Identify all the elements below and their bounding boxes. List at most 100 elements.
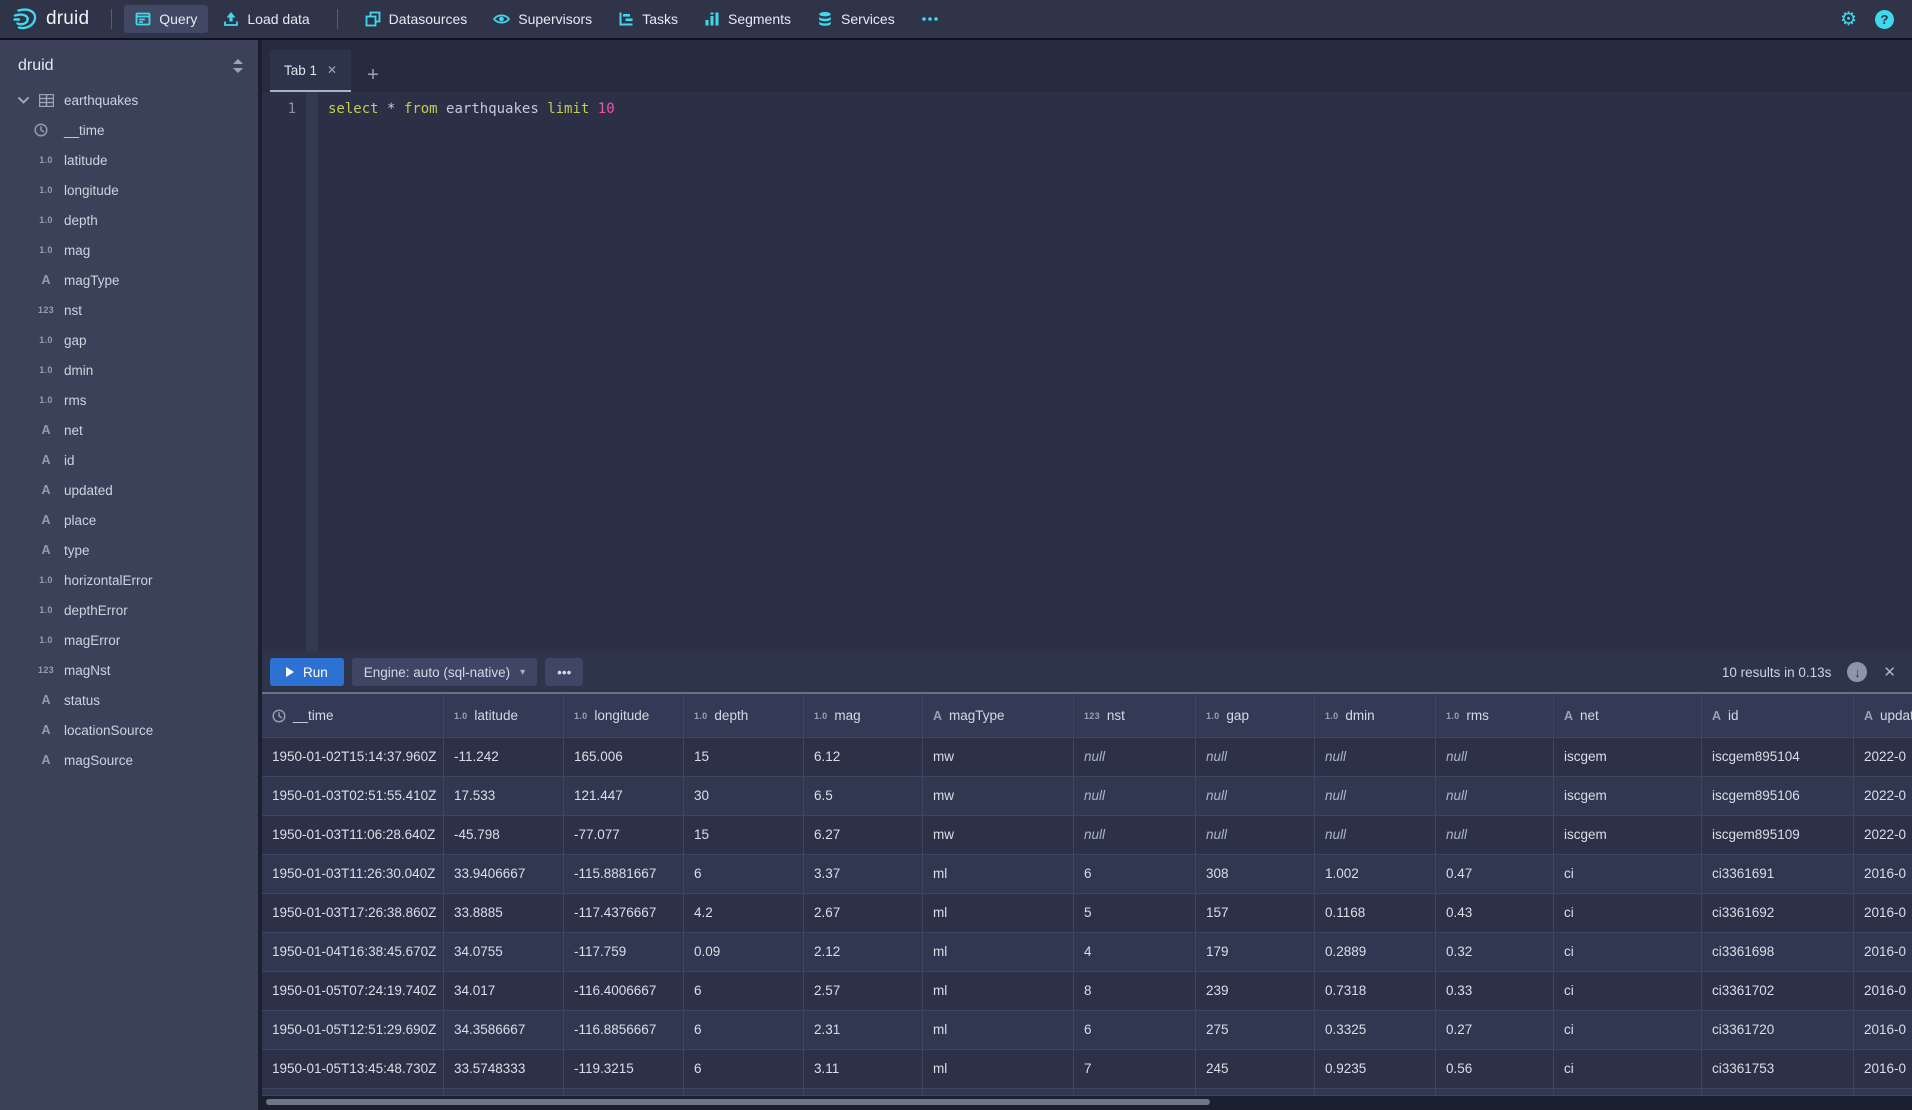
cell-depth[interactable]: 6 (684, 1011, 804, 1050)
cell-rms[interactable]: 0.56 (1436, 1050, 1554, 1089)
cell-id[interactable]: iscgem895109 (1702, 816, 1854, 855)
query-more-button[interactable]: ••• (545, 658, 583, 686)
cell-id[interactable]: ci3361692 (1702, 894, 1854, 933)
cell-latitude[interactable]: -11.242 (444, 738, 564, 777)
cell-__time[interactable]: 1950-01-03T11:26:30.040Z (262, 855, 444, 894)
cell-__time[interactable]: 1950-01-04T16:38:45.670Z (262, 933, 444, 972)
cell-mag[interactable]: 6.27 (804, 816, 923, 855)
cell-gap[interactable]: null (1196, 777, 1315, 816)
column-header-nst[interactable]: 123nst (1074, 694, 1196, 738)
schema-column-latitude[interactable]: 1.0latitude (0, 145, 258, 175)
cell-nst[interactable]: null (1074, 738, 1196, 777)
cell-mag[interactable]: 2.12 (804, 933, 923, 972)
cell-dmin[interactable]: 1.002 (1315, 855, 1436, 894)
cell-net[interactable]: ci (1554, 855, 1702, 894)
cell-latitude[interactable]: -45.798 (444, 816, 564, 855)
cell-latitude[interactable]: 17.533 (444, 777, 564, 816)
column-header-dmin[interactable]: 1.0dmin (1315, 694, 1436, 738)
cell-mag[interactable]: 3.11 (804, 1050, 923, 1089)
nav-item-load-data[interactable]: Load data (212, 5, 320, 33)
nav-item-query[interactable]: Query (124, 5, 208, 33)
cell-nst[interactable]: null (1074, 777, 1196, 816)
cell-magType[interactable]: ml (923, 1050, 1074, 1089)
cell-gap[interactable]: 308 (1196, 855, 1315, 894)
column-header-mag[interactable]: 1.0mag (804, 694, 923, 738)
cell-longitude[interactable]: 165.006 (564, 738, 684, 777)
schema-column-status[interactable]: Astatus (0, 685, 258, 715)
cell-depth[interactable]: 0.09 (684, 933, 804, 972)
cell-nst[interactable]: 8 (1074, 972, 1196, 1011)
cell-latitude[interactable]: 34.0755 (444, 933, 564, 972)
cell-net[interactable]: ci (1554, 972, 1702, 1011)
cell-updated[interactable]: 2016-0 (1854, 894, 1912, 933)
column-header-depth[interactable]: 1.0depth (684, 694, 804, 738)
cell-longitude[interactable]: 121.447 (564, 777, 684, 816)
nav-item-services[interactable]: Services (806, 5, 906, 33)
cell-depth[interactable]: 6 (684, 855, 804, 894)
cell-magType[interactable]: mw (923, 816, 1074, 855)
cell-updated[interactable]: 2016-0 (1854, 972, 1912, 1011)
cell-__time[interactable]: 1950-01-05T13:45:48.730Z (262, 1050, 444, 1089)
cell-__time[interactable]: 1950-01-05T12:51:29.690Z (262, 1011, 444, 1050)
help-icon[interactable]: ? (1875, 10, 1894, 29)
cell-net[interactable]: iscgem (1554, 777, 1702, 816)
cell-rms[interactable]: 0.27 (1436, 1011, 1554, 1050)
cell-rms[interactable]: 0.33 (1436, 972, 1554, 1011)
horizontal-scrollbar[interactable] (262, 1096, 1912, 1110)
datasource-row-earthquakes[interactable]: earthquakes (0, 85, 258, 115)
cell-mag[interactable]: 2.57 (804, 972, 923, 1011)
schema-column-dmin[interactable]: 1.0dmin (0, 355, 258, 385)
engine-select-button[interactable]: Engine: auto (sql-native) ▾ (352, 658, 537, 686)
add-tab-button[interactable]: + (351, 64, 395, 87)
cell-magType[interactable]: ml (923, 894, 1074, 933)
cell-latitude[interactable]: 33.5748333 (444, 1050, 564, 1089)
cell-mag[interactable]: 2.31 (804, 1011, 923, 1050)
schema-column-rms[interactable]: 1.0rms (0, 385, 258, 415)
schema-column-updated[interactable]: Aupdated (0, 475, 258, 505)
cell-net[interactable]: ci (1554, 1011, 1702, 1050)
cell-depth[interactable]: 15 (684, 738, 804, 777)
column-header-rms[interactable]: 1.0rms (1436, 694, 1554, 738)
schema-column-__time[interactable]: __time (0, 115, 258, 145)
column-header-__time[interactable]: __time (262, 694, 444, 738)
cell-net[interactable]: ci (1554, 894, 1702, 933)
cell-__time[interactable]: 1950-01-05T07:24:19.740Z (262, 972, 444, 1011)
cell-rms[interactable]: null (1436, 777, 1554, 816)
schema-column-magSource[interactable]: AmagSource (0, 745, 258, 775)
cell-id[interactable]: ci3361702 (1702, 972, 1854, 1011)
cell-dmin[interactable]: 0.7318 (1315, 972, 1436, 1011)
schema-column-nst[interactable]: 123nst (0, 295, 258, 325)
nav-item-more[interactable] (910, 5, 950, 33)
cell-mag[interactable]: 6.5 (804, 777, 923, 816)
cell-mag[interactable]: 3.37 (804, 855, 923, 894)
cell-rms[interactable]: null (1436, 816, 1554, 855)
cell-gap[interactable]: 275 (1196, 1011, 1315, 1050)
cell-gap[interactable]: 239 (1196, 972, 1315, 1011)
cell-depth[interactable]: 6 (684, 972, 804, 1011)
cell-depth[interactable]: 4.2 (684, 894, 804, 933)
column-header-updated[interactable]: Aupdated (1854, 694, 1912, 738)
cell-nst[interactable]: 6 (1074, 1011, 1196, 1050)
cell-net[interactable]: ci (1554, 1050, 1702, 1089)
cell-id[interactable]: ci3361720 (1702, 1011, 1854, 1050)
tab-close-icon[interactable]: ✕ (327, 63, 337, 77)
sql-editor[interactable]: 1 select * from earthquakes limit 10 (262, 92, 1912, 652)
schema-column-longitude[interactable]: 1.0longitude (0, 175, 258, 205)
schema-column-locationSource[interactable]: AlocationSource (0, 715, 258, 745)
cell-nst[interactable]: 4 (1074, 933, 1196, 972)
tab-query[interactable]: Tab 1 ✕ (270, 50, 351, 92)
cell-net[interactable]: iscgem (1554, 738, 1702, 777)
cell-longitude[interactable]: -77.077 (564, 816, 684, 855)
column-header-id[interactable]: Aid (1702, 694, 1854, 738)
column-header-net[interactable]: Anet (1554, 694, 1702, 738)
cell-updated[interactable]: 2022-0 (1854, 777, 1912, 816)
cell-dmin[interactable]: 0.2889 (1315, 933, 1436, 972)
cell-id[interactable]: ci3361753 (1702, 1050, 1854, 1089)
cell-updated[interactable]: 2022-0 (1854, 738, 1912, 777)
nav-item-datasources[interactable]: Datasources (354, 5, 479, 33)
schema-column-magType[interactable]: AmagType (0, 265, 258, 295)
cell-depth[interactable]: 6 (684, 1050, 804, 1089)
cell-id[interactable]: ci3361691 (1702, 855, 1854, 894)
cell-magType[interactable]: ml (923, 1011, 1074, 1050)
cell-dmin[interactable]: 0.3325 (1315, 1011, 1436, 1050)
